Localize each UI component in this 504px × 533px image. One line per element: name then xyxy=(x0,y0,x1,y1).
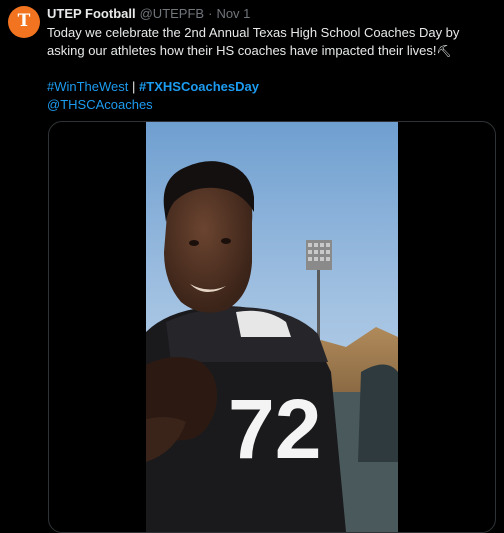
hashtag-txhs-coaches-day[interactable]: #TXHSCoachesDay xyxy=(139,79,259,94)
hashtag-separator: | xyxy=(132,79,136,94)
hashtag-win-the-west[interactable]: #WinTheWest xyxy=(47,79,128,94)
pick-icon: ⛏ xyxy=(436,44,452,58)
tweet-body: UTEP Football @UTEPFB · Nov 1 Today we c… xyxy=(47,6,496,114)
hashtags-line: #WinTheWest | #TXHSCoachesDay xyxy=(47,78,496,96)
author-name[interactable]: UTEP Football xyxy=(47,6,136,22)
mention-thsca-coaches[interactable]: @THSCAcoaches xyxy=(47,97,153,112)
tweet-header: UTEP Football @UTEPFB · Nov 1 xyxy=(47,6,496,22)
avatar-logo: T xyxy=(17,10,31,31)
tweet-date[interactable]: Nov 1 xyxy=(216,6,250,22)
header-separator: · xyxy=(208,6,213,21)
author-handle[interactable]: @UTEPFB xyxy=(140,6,204,22)
video-frame[interactable]: 72 xyxy=(146,122,398,532)
video-still: 72 xyxy=(146,122,398,532)
mention-line: @THSCAcoaches xyxy=(47,96,496,114)
tweet-text: Today we celebrate the 2nd Annual Texas … xyxy=(47,24,487,60)
media-container[interactable]: 72 xyxy=(48,121,496,533)
tweet-text-body: Today we celebrate the 2nd Annual Texas … xyxy=(47,25,460,58)
avatar[interactable]: T xyxy=(8,6,40,38)
jersey-number: 72 xyxy=(228,382,321,476)
